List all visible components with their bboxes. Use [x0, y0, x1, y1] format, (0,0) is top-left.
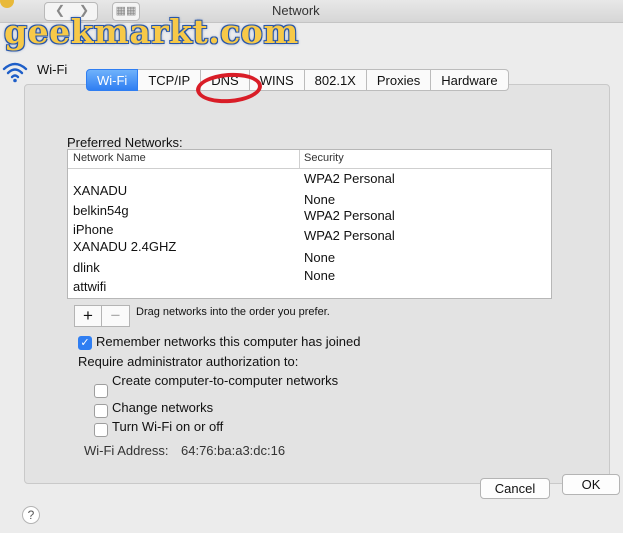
table-row-name[interactable]: iPhone [73, 222, 113, 237]
create-networks-label[interactable]: Create computer-to-computer networks [112, 373, 338, 388]
change-networks-checkbox[interactable] [94, 404, 108, 418]
preferred-networks-table[interactable]: Network Name Security XANADU WPA2 Person… [67, 149, 552, 299]
preferred-networks-label: Preferred Networks: [67, 135, 183, 150]
column-header-network-name[interactable]: Network Name [73, 152, 146, 164]
interface-label: Wi-Fi [37, 62, 68, 77]
tab-wifi[interactable]: Wi-Fi [86, 69, 139, 91]
header-separator [68, 168, 551, 169]
table-row-name[interactable]: XANADU [73, 183, 127, 198]
remove-network-button[interactable]: − [102, 306, 129, 326]
table-row-name[interactable]: belkin54g [73, 203, 129, 218]
toggle-wifi-label[interactable]: Turn Wi-Fi on or off [112, 419, 223, 434]
table-row-name[interactable]: XANADU 2.4GHZ [73, 239, 176, 254]
watermark-logo: geekmarkt.com [4, 12, 299, 51]
remember-networks-checkbox[interactable]: ✓ [78, 336, 92, 350]
tab-bar: Wi-Fi TCP/IP DNS WINS 802.1X Proxies Har… [86, 69, 509, 93]
table-row-security[interactable]: None [304, 250, 335, 265]
create-networks-checkbox[interactable] [94, 384, 108, 398]
watermark-text: geekmarkt.com [4, 12, 299, 51]
wifi-icon [2, 62, 28, 83]
table-row-security[interactable]: WPA2 Personal [304, 171, 395, 186]
change-networks-label[interactable]: Change networks [112, 400, 213, 415]
help-icon[interactable]: ? [22, 506, 40, 524]
table-row-name[interactable]: attwifi [73, 279, 106, 294]
tab-tcpip[interactable]: TCP/IP [138, 69, 202, 91]
table-row-security[interactable]: None [304, 192, 335, 207]
table-row-security[interactable]: WPA2 Personal [304, 208, 395, 223]
tab-8021x[interactable]: 802.1X [304, 69, 367, 91]
column-header-security[interactable]: Security [304, 152, 344, 164]
wifi-address-value: 64:76:ba:a3:dc:16 [181, 443, 286, 458]
ok-button[interactable]: OK [562, 474, 620, 495]
require-admin-label: Require administrator authorization to: [78, 354, 299, 369]
table-row-security[interactable]: None [304, 268, 335, 283]
remember-networks-label[interactable]: Remember networks this computer has join… [96, 334, 360, 349]
toggle-wifi-checkbox[interactable] [94, 423, 108, 437]
table-row-security[interactable]: WPA2 Personal [304, 228, 395, 243]
cancel-button[interactable]: Cancel [480, 478, 550, 499]
add-network-button[interactable]: + [75, 306, 102, 326]
drag-hint-text: Drag networks into the order you prefer. [136, 306, 330, 318]
tab-proxies[interactable]: Proxies [366, 69, 432, 91]
column-divider[interactable] [299, 150, 300, 168]
wifi-address-label: Wi-Fi Address: [84, 443, 169, 458]
tab-hardware[interactable]: Hardware [431, 69, 509, 91]
table-row-name[interactable]: dlink [73, 260, 100, 275]
add-remove-control: + − [74, 305, 130, 327]
